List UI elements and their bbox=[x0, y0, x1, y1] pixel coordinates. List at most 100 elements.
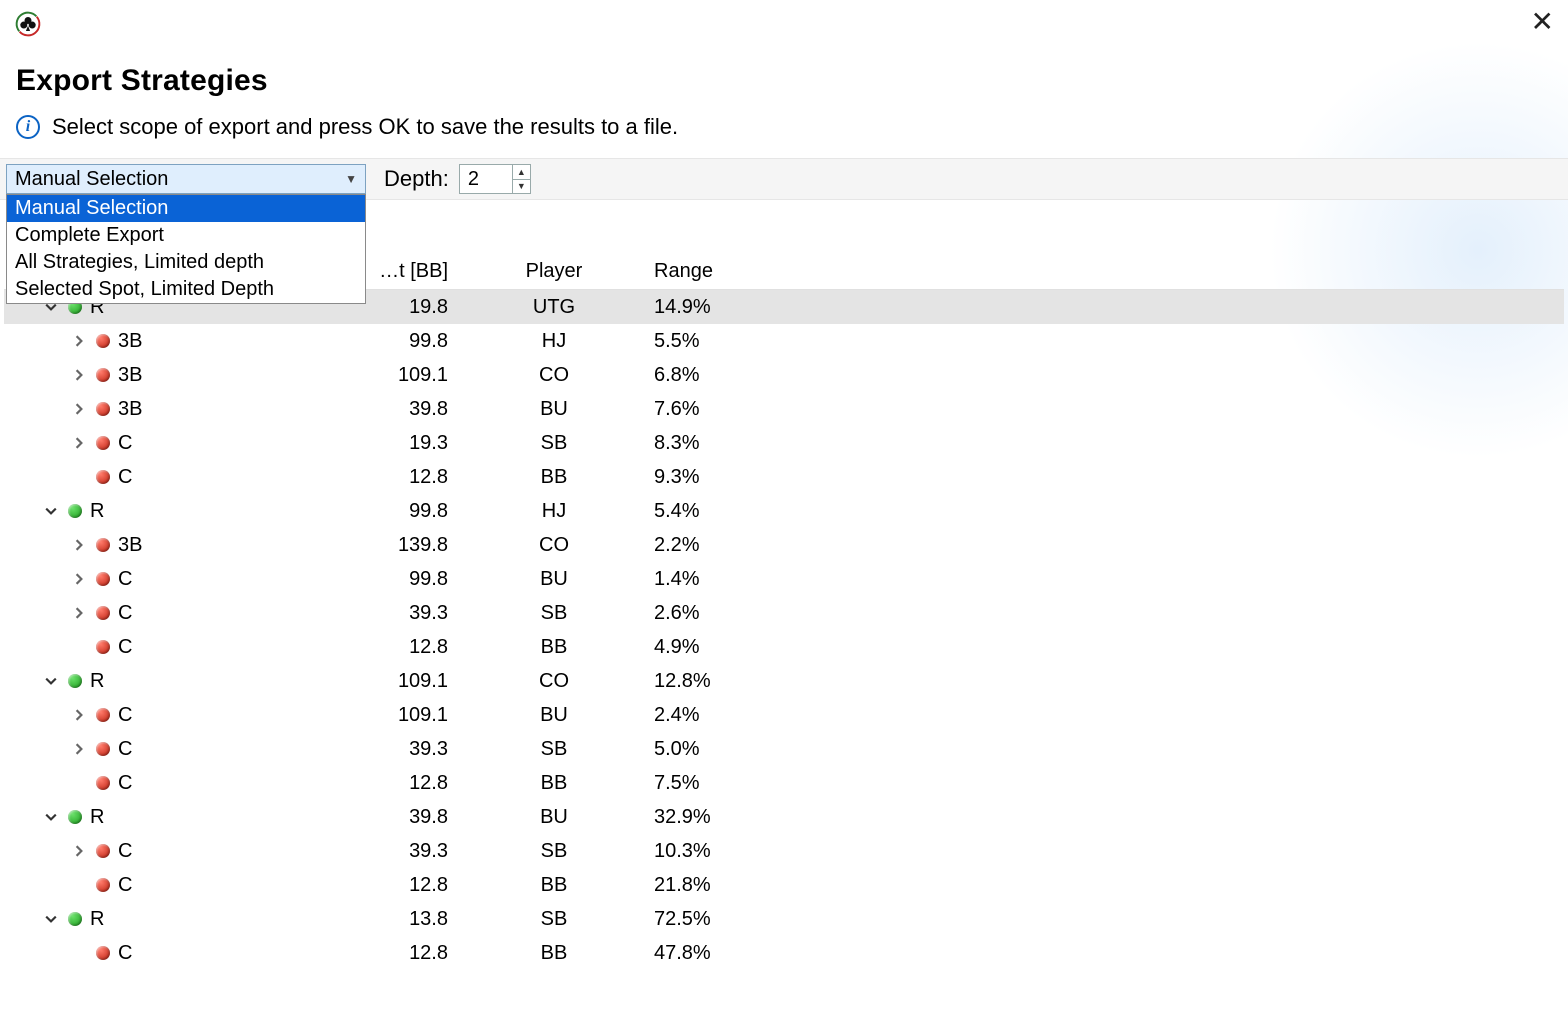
cell-amount: 39.8 bbox=[314, 398, 464, 421]
info-icon: i bbox=[16, 115, 40, 139]
expander-open-icon[interactable] bbox=[42, 675, 60, 687]
expander-open-icon[interactable] bbox=[42, 505, 60, 517]
cell-player: BU bbox=[464, 398, 644, 421]
table-row[interactable]: 3B139.8CO2.2% bbox=[4, 528, 1564, 562]
action-label: C bbox=[118, 568, 132, 591]
cell-player: BU bbox=[464, 704, 644, 727]
action-label: C bbox=[118, 942, 132, 965]
cell-amount: 39.3 bbox=[314, 840, 464, 863]
status-dot-green-icon bbox=[68, 504, 82, 518]
depth-spinner[interactable]: ▲ ▼ bbox=[512, 165, 530, 193]
expander-closed-icon[interactable] bbox=[70, 845, 88, 857]
action-label: C bbox=[118, 636, 132, 659]
depth-input[interactable]: 2 ▲ ▼ bbox=[459, 164, 531, 194]
table-row[interactable]: C12.8BB47.8% bbox=[4, 936, 1564, 970]
expander-closed-icon[interactable] bbox=[70, 607, 88, 619]
expander-open-icon[interactable] bbox=[42, 811, 60, 823]
table-row[interactable]: C19.3SB8.3% bbox=[4, 426, 1564, 460]
status-dot-red-icon bbox=[96, 470, 110, 484]
col-header-range[interactable]: Range bbox=[644, 260, 864, 283]
scope-option[interactable]: Selected Spot, Limited Depth bbox=[7, 276, 365, 303]
cell-amount: 99.8 bbox=[314, 500, 464, 523]
titlebar: ✕ bbox=[0, 0, 1568, 50]
status-dot-green-icon bbox=[68, 674, 82, 688]
cell-range: 7.5% bbox=[644, 772, 864, 795]
cell-player: HJ bbox=[464, 330, 644, 353]
table-body: R19.8UTG14.9%3B99.8HJ5.5%3B109.1CO6.8%3B… bbox=[4, 290, 1564, 970]
cell-amount: 39.3 bbox=[314, 738, 464, 761]
expander-closed-icon[interactable] bbox=[70, 369, 88, 381]
depth-group: Depth: 2 ▲ ▼ bbox=[384, 164, 531, 194]
action-label: C bbox=[118, 874, 132, 897]
table-row[interactable]: C12.8BB7.5% bbox=[4, 766, 1564, 800]
scope-option[interactable]: All Strategies, Limited depth bbox=[7, 249, 365, 276]
status-dot-green-icon bbox=[68, 912, 82, 926]
expander-closed-icon[interactable] bbox=[70, 539, 88, 551]
table-row[interactable]: R109.1CO12.8% bbox=[4, 664, 1564, 698]
table-row[interactable]: R13.8SB72.5% bbox=[4, 902, 1564, 936]
action-label: 3B bbox=[118, 534, 142, 557]
spinner-up-icon[interactable]: ▲ bbox=[513, 165, 530, 180]
cell-player: SB bbox=[464, 602, 644, 625]
scope-select[interactable]: Manual Selection ▼ Manual SelectionCompl… bbox=[6, 164, 366, 194]
status-dot-red-icon bbox=[96, 742, 110, 756]
action-label: C bbox=[118, 840, 132, 863]
table-row[interactable]: R99.8HJ5.4% bbox=[4, 494, 1564, 528]
depth-value: 2 bbox=[460, 168, 512, 191]
spinner-down-icon[interactable]: ▼ bbox=[513, 180, 530, 194]
table-row[interactable]: C39.3SB2.6% bbox=[4, 596, 1564, 630]
app-icon bbox=[14, 10, 42, 38]
status-dot-red-icon bbox=[96, 640, 110, 654]
scope-option[interactable]: Complete Export bbox=[7, 222, 365, 249]
action-label: C bbox=[118, 704, 132, 727]
cell-player: UTG bbox=[464, 296, 644, 319]
subtitle-text: Select scope of export and press OK to s… bbox=[52, 114, 678, 140]
cell-range: 9.3% bbox=[644, 466, 864, 489]
table-row[interactable]: C39.3SB10.3% bbox=[4, 834, 1564, 868]
scope-select-value: Manual Selection bbox=[15, 168, 168, 191]
col-header-player[interactable]: Player bbox=[464, 260, 644, 283]
table-row[interactable]: C12.8BB21.8% bbox=[4, 868, 1564, 902]
action-label: C bbox=[118, 772, 132, 795]
table-row[interactable]: C39.3SB5.0% bbox=[4, 732, 1564, 766]
table-row[interactable]: 3B99.8HJ5.5% bbox=[4, 324, 1564, 358]
header: Export Strategies bbox=[0, 50, 1568, 108]
table-row[interactable]: C12.8BB4.9% bbox=[4, 630, 1564, 664]
table-row[interactable]: 3B109.1CO6.8% bbox=[4, 358, 1564, 392]
status-dot-red-icon bbox=[96, 368, 110, 382]
cell-amount: 39.8 bbox=[314, 806, 464, 829]
cell-range: 10.3% bbox=[644, 840, 864, 863]
scope-option[interactable]: Manual Selection bbox=[7, 195, 365, 222]
expander-closed-icon[interactable] bbox=[70, 437, 88, 449]
cell-amount: 12.8 bbox=[314, 874, 464, 897]
expander-closed-icon[interactable] bbox=[70, 403, 88, 415]
cell-player: BB bbox=[464, 772, 644, 795]
status-dot-red-icon bbox=[96, 436, 110, 450]
close-button[interactable]: ✕ bbox=[1531, 8, 1554, 36]
expander-closed-icon[interactable] bbox=[70, 709, 88, 721]
action-label: R bbox=[90, 908, 104, 931]
expander-closed-icon[interactable] bbox=[70, 335, 88, 347]
expander-closed-icon[interactable] bbox=[70, 573, 88, 585]
cell-amount: 109.1 bbox=[314, 670, 464, 693]
cell-range: 4.9% bbox=[644, 636, 864, 659]
cell-player: BU bbox=[464, 806, 644, 829]
table-row[interactable]: C99.8BU1.4% bbox=[4, 562, 1564, 596]
cell-range: 8.3% bbox=[644, 432, 864, 455]
cell-player: SB bbox=[464, 432, 644, 455]
table-row[interactable]: 3B39.8BU7.6% bbox=[4, 392, 1564, 426]
cell-range: 47.8% bbox=[644, 942, 864, 965]
expander-closed-icon[interactable] bbox=[70, 743, 88, 755]
action-label: 3B bbox=[118, 330, 142, 353]
cell-range: 5.5% bbox=[644, 330, 864, 353]
table-row[interactable]: C12.8BB9.3% bbox=[4, 460, 1564, 494]
cell-player: SB bbox=[464, 738, 644, 761]
table-row[interactable]: R39.8BU32.9% bbox=[4, 800, 1564, 834]
page-title: Export Strategies bbox=[16, 64, 1552, 98]
expander-open-icon[interactable] bbox=[42, 913, 60, 925]
scope-select-dropdown: Manual SelectionComplete ExportAll Strat… bbox=[6, 194, 366, 304]
cell-range: 2.2% bbox=[644, 534, 864, 557]
table-row[interactable]: C109.1BU2.4% bbox=[4, 698, 1564, 732]
cell-range: 7.6% bbox=[644, 398, 864, 421]
cell-range: 32.9% bbox=[644, 806, 864, 829]
